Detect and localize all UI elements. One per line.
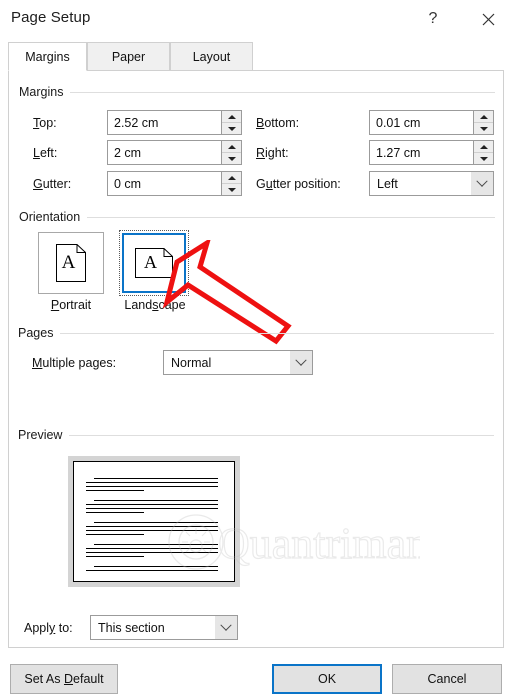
help-icon[interactable]: ? <box>418 5 448 33</box>
landscape-selection-frame: A <box>122 233 186 293</box>
cancel-button-label: Cancel <box>427 672 467 686</box>
group-divider <box>60 332 494 334</box>
bottom-margin-label: Bottom: <box>256 116 300 130</box>
left-margin-label: Left: <box>33 146 58 160</box>
close-icon[interactable] <box>473 5 503 33</box>
pages-group-label: Pages <box>18 326 54 340</box>
right-margin-label-rest: ight: <box>265 146 289 160</box>
chevron-down-icon[interactable] <box>290 351 312 374</box>
gutter-label-rest: utter: <box>42 177 72 191</box>
preview-page-thumbnail <box>73 461 235 582</box>
top-margin-value[interactable]: 2.52 cm <box>108 111 221 134</box>
left-margin-spin-buttons <box>221 141 241 164</box>
pages-group-header: Pages <box>18 326 494 340</box>
tab-layout-label: Layout <box>192 49 231 64</box>
multiple-pages-value: Normal <box>171 355 212 370</box>
ok-button-label: OK <box>317 672 337 686</box>
landscape-label-rest: cape <box>158 298 186 312</box>
tab-margins[interactable]: Margins <box>8 42 87 71</box>
left-margin-value[interactable]: 2 cm <box>108 141 221 164</box>
bottom-margin-spinner[interactable]: 0.01 cm <box>369 110 494 135</box>
multiple-pages-label-rest: ultiple pages: <box>42 356 117 370</box>
group-divider <box>87 216 495 218</box>
bottom-margin-label-rest: ottom: <box>264 116 300 130</box>
apply-to-label-rest: to: <box>55 621 73 635</box>
group-divider <box>69 434 494 436</box>
right-margin-increase-button[interactable] <box>474 141 493 153</box>
tab-paper-label: Paper <box>111 49 146 64</box>
left-margin-spinner[interactable]: 2 cm <box>107 140 242 165</box>
landscape-page-icon: A <box>135 248 173 278</box>
top-margin-spin-buttons <box>221 111 241 134</box>
gutter-position-label-a: G <box>256 177 266 191</box>
portrait-glyph-letter: A <box>61 252 76 273</box>
orientation-portrait-label: Portrait <box>50 298 92 312</box>
right-margin-spinner[interactable]: 1.27 cm <box>369 140 494 165</box>
gutter-position-value: Left <box>377 176 398 191</box>
right-margin-label: Right: <box>256 146 289 160</box>
preview-group-label: Preview <box>18 428 63 442</box>
margins-group-header: Margins <box>19 85 495 99</box>
portrait-label-rest: ortrait <box>59 298 92 312</box>
orientation-option-portrait[interactable]: A <box>38 232 104 294</box>
right-margin-spin-buttons <box>473 141 493 164</box>
gutter-position-label-rest: tter position: <box>272 177 341 191</box>
window-title: Page Setup <box>11 9 91 26</box>
tab-strip: Margins Paper Layout <box>8 42 504 71</box>
orientation-landscape-label: Landscape <box>124 298 186 312</box>
ok-button[interactable]: OK <box>272 664 382 694</box>
apply-to-label-a: Appl <box>24 621 50 635</box>
tab-layout[interactable]: Layout <box>170 42 253 71</box>
preview-group-header: Preview <box>18 428 494 442</box>
top-margin-label: Top: <box>33 116 57 130</box>
cancel-button[interactable]: Cancel <box>392 664 502 694</box>
top-margin-increase-button[interactable] <box>222 111 241 123</box>
gutter-value[interactable]: 0 cm <box>108 172 221 195</box>
gutter-spinner[interactable]: 0 cm <box>107 171 242 196</box>
chevron-down-icon[interactable] <box>215 616 237 639</box>
multiple-pages-dropdown[interactable]: Normal <box>163 350 313 375</box>
landscape-glyph-letter: A <box>144 252 157 272</box>
tab-margins-label: Margins <box>25 49 70 64</box>
apply-to-value: This section <box>98 620 165 635</box>
chevron-down-icon[interactable] <box>471 172 493 195</box>
orientation-group-header: Orientation <box>19 210 495 224</box>
margins-group-label: Margins <box>19 85 64 99</box>
portrait-page-icon: A <box>56 244 86 282</box>
tab-paper[interactable]: Paper <box>87 42 170 71</box>
bottom-margin-increase-button[interactable] <box>474 111 493 123</box>
top-margin-label-rest: op: <box>39 116 57 130</box>
gutter-position-label: Gutter position: <box>256 177 341 191</box>
bottom-margin-spin-buttons <box>473 111 493 134</box>
gutter-spin-buttons <box>221 172 241 195</box>
top-margin-decrease-button[interactable] <box>222 123 241 134</box>
apply-to-dropdown[interactable]: This section <box>90 615 238 640</box>
left-margin-decrease-button[interactable] <box>222 153 241 164</box>
right-margin-decrease-button[interactable] <box>474 153 493 164</box>
gutter-position-dropdown[interactable]: Left <box>369 171 494 196</box>
right-margin-value[interactable]: 1.27 cm <box>370 141 473 164</box>
left-margin-label-rest: eft: <box>39 146 58 160</box>
set-as-default-label: Set As Default <box>24 672 104 686</box>
bottom-margin-decrease-button[interactable] <box>474 123 493 134</box>
title-bar: Page Setup ? <box>0 0 512 40</box>
multiple-pages-label: Multiple pages: <box>32 356 117 370</box>
left-margin-increase-button[interactable] <box>222 141 241 153</box>
orientation-group-label: Orientation <box>19 210 81 224</box>
apply-to-label: Apply to: <box>24 621 73 635</box>
landscape-label-a: Land <box>124 298 153 312</box>
bottom-margin-value[interactable]: 0.01 cm <box>370 111 473 134</box>
gutter-label: Gutter: <box>33 177 72 191</box>
gutter-decrease-button[interactable] <box>222 184 241 195</box>
gutter-increase-button[interactable] <box>222 172 241 184</box>
group-divider <box>70 91 495 93</box>
orientation-option-landscape[interactable]: A <box>119 230 189 296</box>
set-as-default-button[interactable]: Set As Default <box>10 664 118 694</box>
top-margin-spinner[interactable]: 2.52 cm <box>107 110 242 135</box>
